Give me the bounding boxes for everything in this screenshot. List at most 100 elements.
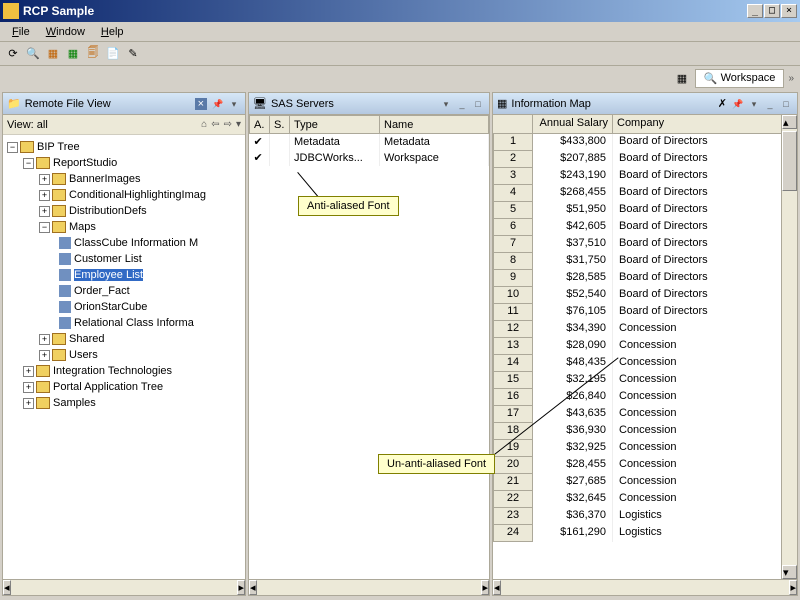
maximize-icon[interactable]: □ (471, 97, 485, 111)
col-a[interactable]: A. (250, 116, 270, 134)
tree-item[interactable]: BannerImages (69, 173, 141, 185)
menu-file[interactable]: FFileile (4, 24, 38, 40)
tool-open-icon[interactable]: ▦ (64, 45, 82, 63)
col-rownum[interactable] (493, 115, 533, 133)
col-name[interactable]: Name (380, 116, 489, 134)
pin-icon[interactable]: 📌 (731, 97, 745, 111)
table-row[interactable]: ✔MetadataMetadata (250, 134, 489, 150)
tree-item[interactable]: ClassCube Information M (74, 237, 198, 249)
tab-overflow-icon[interactable]: » (788, 73, 794, 84)
expander-icon[interactable]: + (23, 366, 34, 377)
cube-icon (59, 285, 71, 297)
tree-item[interactable]: Customer List (74, 253, 142, 265)
scrollbar-h[interactable]: ◂▸ (493, 579, 797, 595)
table-row[interactable]: 22$32,645Concession (493, 491, 797, 508)
chevron-down-icon[interactable]: ▾ (439, 97, 453, 111)
tree-item[interactable]: Portal Application Tree (53, 381, 163, 393)
tree-employee-list[interactable]: Employee List (74, 269, 143, 281)
scrollbar-h[interactable]: ◂▸ (3, 579, 245, 595)
table-row[interactable]: 11$76,105Board of Directors (493, 304, 797, 321)
table-row[interactable]: 8$31,750Board of Directors (493, 253, 797, 270)
table-row[interactable]: 23$36,370Logistics (493, 508, 797, 525)
expander-icon[interactable]: + (39, 334, 50, 345)
minimize-icon[interactable]: _ (763, 97, 777, 111)
tool-new-icon[interactable]: ▦ (44, 45, 62, 63)
back-icon[interactable]: ⇦ (211, 119, 219, 130)
menu-window[interactable]: Window (38, 24, 93, 40)
tree-root[interactable]: BIP Tree (37, 141, 80, 153)
expander-icon[interactable]: + (39, 174, 50, 185)
minimize-icon[interactable]: _ (455, 97, 469, 111)
table-row[interactable]: 10$52,540Board of Directors (493, 287, 797, 304)
expander-icon[interactable]: + (39, 190, 50, 201)
menu-icon[interactable]: ▾ (236, 119, 241, 130)
tool-doc-icon[interactable]: 📄 (104, 45, 122, 63)
table-row[interactable]: 21$27,685Concession (493, 474, 797, 491)
fwd-icon[interactable]: ⇨ (224, 119, 232, 130)
col-company[interactable]: Company (613, 115, 797, 133)
col-s[interactable]: S. (270, 116, 290, 134)
table-row[interactable]: 4$268,455Board of Directors (493, 185, 797, 202)
tool-edit-icon[interactable]: ✎ (124, 45, 142, 63)
tool-search-icon[interactable]: 🔍 (24, 45, 42, 63)
expander-icon[interactable]: + (39, 350, 50, 361)
table-row[interactable]: 1$433,800Board of Directors (493, 134, 797, 151)
col-salary[interactable]: Annual Salary (533, 115, 613, 133)
table-row[interactable]: 9$28,585Board of Directors (493, 270, 797, 287)
tree-item[interactable]: DistributionDefs (69, 205, 147, 217)
tree-item[interactable]: Relational Class Informa (74, 317, 194, 329)
tab-workspace[interactable]: 🔍 Workspace (695, 69, 785, 88)
expander-icon[interactable]: + (23, 382, 34, 393)
table-row[interactable]: 24$161,290Logistics (493, 525, 797, 542)
maximize-icon[interactable]: □ (779, 97, 793, 111)
table-row[interactable]: 19$32,925Concession (493, 440, 797, 457)
tool-copy-icon[interactable]: 🗐 (84, 45, 102, 63)
cell-company: Board of Directors (613, 253, 797, 270)
table-row[interactable]: 3$243,190Board of Directors (493, 168, 797, 185)
tree-maps[interactable]: Maps (69, 221, 96, 233)
maximize-button[interactable]: □ (764, 4, 780, 18)
tree-reportstudio[interactable]: ReportStudio (53, 157, 117, 169)
tool-refresh-icon[interactable]: ⟳ (4, 45, 22, 63)
file-tree[interactable]: −BIP Tree −ReportStudio +BannerImages +C… (3, 135, 245, 415)
tree-item[interactable]: Samples (53, 397, 96, 409)
cell-company: Concession (613, 372, 797, 389)
table-row[interactable]: 6$42,605Board of Directors (493, 219, 797, 236)
tree-item[interactable]: Order_Fact (74, 285, 130, 297)
chevron-down-icon[interactable]: ▾ (227, 97, 241, 111)
table-row[interactable]: 20$28,455Concession (493, 457, 797, 474)
table-row[interactable]: 7$37,510Board of Directors (493, 236, 797, 253)
table-row[interactable]: 12$34,390Concession (493, 321, 797, 338)
table-row[interactable]: 15$32,195Concession (493, 372, 797, 389)
home-icon[interactable]: ⌂ (201, 119, 207, 130)
table-row[interactable]: 18$36,930Concession (493, 423, 797, 440)
minimize-button[interactable]: _ (747, 4, 763, 18)
tree-item[interactable]: OrionStarCube (74, 301, 147, 313)
row-number: 20 (493, 457, 533, 474)
pin-icon[interactable]: 📌 (211, 97, 225, 111)
table-row[interactable]: 5$51,950Board of Directors (493, 202, 797, 219)
tree-item[interactable]: Shared (69, 333, 104, 345)
menu-help[interactable]: Help (93, 24, 132, 40)
servers-table[interactable]: A. S. Type Name ✔MetadataMetadata ✔JDBCW… (249, 115, 489, 166)
close-button[interactable]: × (781, 4, 797, 18)
col-type[interactable]: Type (290, 116, 380, 134)
expander-icon[interactable]: − (7, 142, 18, 153)
tree-item[interactable]: Integration Technologies (53, 365, 172, 377)
table-row[interactable]: 2$207,885Board of Directors (493, 151, 797, 168)
perspective-icon[interactable]: ▦ (673, 69, 691, 87)
table-row[interactable]: 16$26,840Concession (493, 389, 797, 406)
table-row[interactable]: ✔JDBCWorks...Workspace (250, 150, 489, 166)
table-row[interactable]: 13$28,090Concession (493, 338, 797, 355)
scrollbar-h[interactable]: ◂▸ (249, 579, 489, 595)
expander-icon[interactable]: − (23, 158, 34, 169)
scrollbar-v[interactable]: ▴ ▾ (781, 115, 797, 579)
tree-item[interactable]: Users (69, 349, 98, 361)
chevron-down-icon[interactable]: ▾ (747, 97, 761, 111)
tree-item[interactable]: ConditionalHighlightingImag (69, 189, 206, 201)
expander-icon[interactable]: + (23, 398, 34, 409)
table-row[interactable]: 14$48,435Concession (493, 355, 797, 372)
close-tab-icon[interactable]: × (195, 98, 207, 110)
expander-icon[interactable]: + (39, 206, 50, 217)
expander-icon[interactable]: − (39, 222, 50, 233)
